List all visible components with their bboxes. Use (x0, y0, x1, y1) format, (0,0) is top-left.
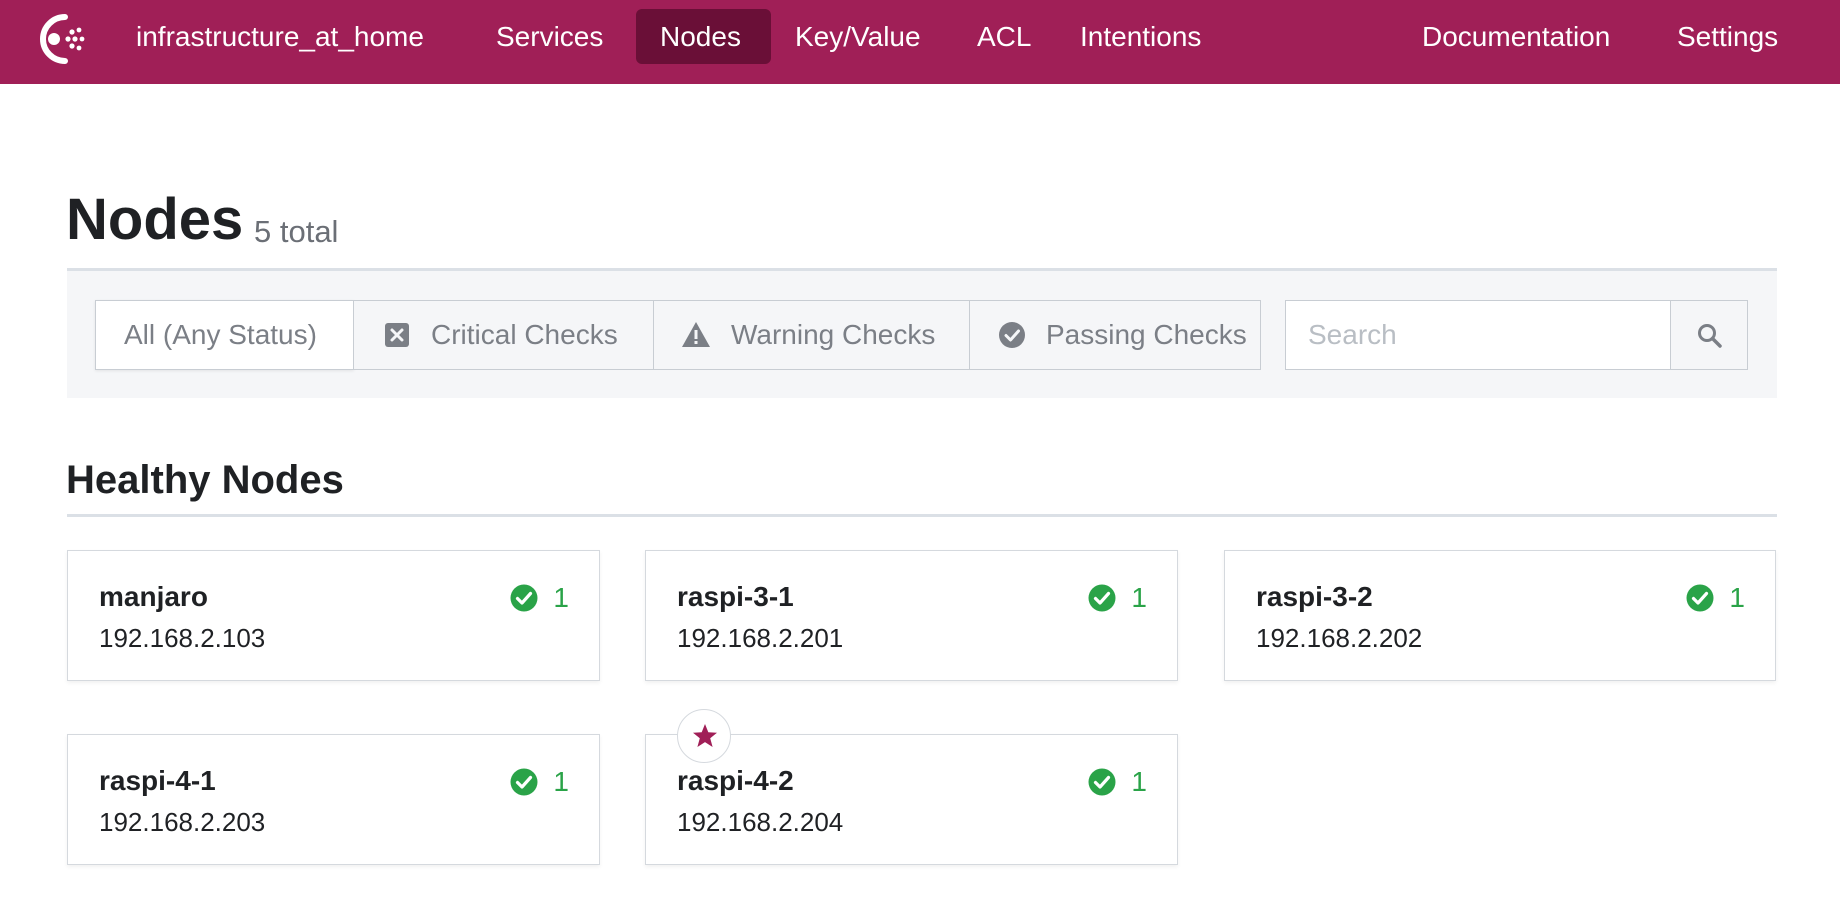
x-square-icon (385, 323, 409, 347)
node-address: 192.168.2.203 (99, 807, 266, 837)
node-name: raspi-4-1 (99, 765, 216, 796)
node-name: raspi-3-2 (1256, 581, 1373, 612)
star-icon (693, 724, 717, 747)
nav-key-value[interactable]: Key/Value (771, 9, 945, 64)
filter-passing-checks[interactable]: Passing Checks (969, 300, 1261, 370)
nav-documentation[interactable]: Documentation (1398, 9, 1634, 64)
node-card[interactable]: raspi-3-2 192.168.2.202 1 (1224, 550, 1776, 681)
section-title-healthy-nodes: Healthy Nodes (66, 458, 344, 502)
filter-all-status[interactable]: All (Any Status) (95, 300, 354, 370)
page-title: Nodes (66, 187, 244, 252)
check-circle-icon (510, 584, 538, 612)
filter-warning-label: Warning Checks (731, 319, 936, 350)
passing-count: 1 (1131, 766, 1147, 797)
check-circle-icon (1686, 584, 1714, 612)
consul-logo-icon[interactable] (28, 8, 90, 70)
datacenter-selector[interactable]: infrastructure_at_home (112, 9, 448, 64)
node-address: 192.168.2.202 (1256, 623, 1423, 653)
nav-services[interactable]: Services (472, 9, 627, 64)
nav-intentions[interactable]: Intentions (1056, 9, 1225, 64)
passing-count: 1 (1729, 582, 1745, 613)
passing-count: 1 (553, 766, 569, 797)
section-divider (67, 514, 1777, 517)
filter-critical-label: Critical Checks (431, 319, 618, 350)
passing-count: 1 (553, 582, 569, 613)
node-name: raspi-4-2 (677, 765, 794, 796)
leader-badge (677, 709, 731, 763)
search-icon (1698, 324, 1722, 348)
node-address: 192.168.2.103 (99, 623, 266, 653)
node-card[interactable]: raspi-4-2 192.168.2.204 1 (645, 734, 1178, 865)
node-count: 5 total (254, 214, 339, 249)
search-input[interactable] (1285, 300, 1671, 370)
nav-nodes[interactable]: Nodes (636, 9, 771, 64)
check-circle-icon (999, 322, 1025, 348)
check-circle-icon (510, 768, 538, 796)
warning-triangle-icon (682, 322, 710, 347)
filter-all-label: All (Any Status) (124, 319, 317, 350)
node-card[interactable]: raspi-3-1 192.168.2.201 1 (645, 550, 1178, 681)
filter-warning-checks[interactable]: Warning Checks (653, 300, 970, 370)
node-name: manjaro (99, 581, 208, 612)
check-circle-icon (1088, 584, 1116, 612)
top-nav-bar: infrastructure_at_home Services Nodes Ke… (0, 0, 1840, 84)
node-address: 192.168.2.204 (677, 807, 844, 837)
node-address: 192.168.2.201 (677, 623, 844, 653)
check-circle-icon (1088, 768, 1116, 796)
node-card[interactable]: manjaro 192.168.2.103 1 (67, 550, 600, 681)
filter-critical-checks[interactable]: Critical Checks (353, 300, 654, 370)
nav-acl[interactable]: ACL (953, 9, 1055, 64)
node-name: raspi-3-1 (677, 581, 794, 612)
nav-settings[interactable]: Settings (1653, 9, 1802, 64)
node-card[interactable]: raspi-4-1 192.168.2.203 1 (67, 734, 600, 865)
passing-count: 1 (1131, 582, 1147, 613)
filter-passing-label: Passing Checks (1046, 319, 1247, 350)
search-button[interactable] (1670, 300, 1748, 370)
